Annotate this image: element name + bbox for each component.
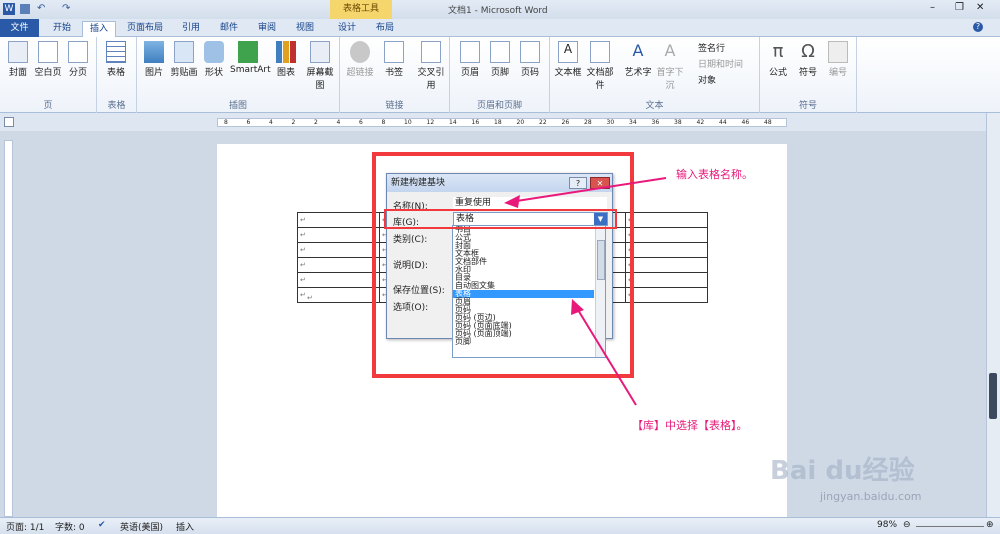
arrow-to-name-head [504, 195, 520, 208]
watermark-logo: Bai du经验 [770, 456, 915, 486]
arrow-to-table-line [574, 304, 637, 406]
annotation-name: 输入表格名称。 [676, 168, 753, 181]
proofing-icon[interactable]: ✔ [98, 520, 106, 530]
scrollbar-thumb-main[interactable] [989, 373, 997, 419]
arrow-to-name-line [509, 177, 667, 203]
language[interactable]: 英语(美国) [120, 520, 163, 533]
zoom-out-icon[interactable]: ⊖ [903, 520, 911, 530]
status-bar: 页面: 1/1 字数: 0 ✔ 英语(美国) 插入 98% ⊖ ⊕ [0, 517, 1000, 534]
zoom-slider[interactable] [916, 526, 984, 527]
vertical-scrollbar[interactable] [986, 113, 1000, 517]
insert-mode[interactable]: 插入 [176, 520, 194, 533]
watermark-url: jingyan.baidu.com [820, 490, 922, 503]
zoom-level[interactable]: 98% [877, 520, 897, 530]
word-count[interactable]: 字数: 0 [55, 520, 85, 533]
zoom-in-icon[interactable]: ⊕ [986, 520, 994, 530]
annotation-gallery: 【库】中选择【表格】。 [632, 419, 748, 432]
arrow-to-table-head [571, 299, 584, 315]
page-count[interactable]: 页面: 1/1 [6, 520, 44, 533]
